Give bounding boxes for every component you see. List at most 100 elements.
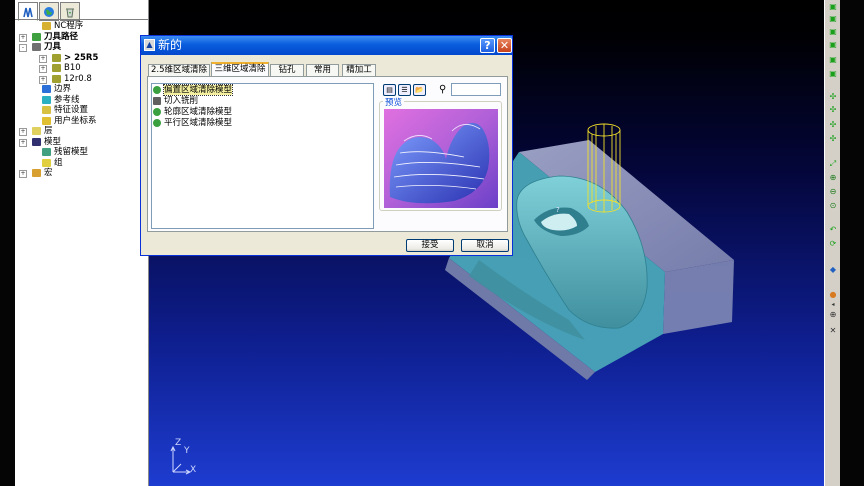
tree-node-label: 用户坐标系 (54, 115, 97, 126)
left-frame (0, 0, 15, 486)
plunge-icon (153, 97, 161, 105)
tree-node-label: 刀具 (44, 42, 62, 52)
iso-view-3-icon: ✣ (829, 120, 837, 129)
tree-node-label: 刀具路径 (44, 31, 79, 42)
search-icon: ⚲ (439, 84, 447, 95)
tree-node-label: 12r0.8 (64, 73, 92, 84)
help-button[interactable]: ? (480, 38, 495, 53)
tree-node-label: 层 (44, 126, 53, 136)
tree-node[interactable]: 特征设置 (17, 105, 148, 116)
tab-3d-area-clearance[interactable]: 三维区域清除 (211, 62, 269, 76)
preview-group: 预览 (379, 98, 502, 211)
iso-view-4-button[interactable]: ✣ (828, 135, 838, 143)
search-input[interactable] (451, 83, 501, 96)
zoom-out-icon: ⊖ (829, 187, 837, 196)
iso-view-2-button[interactable]: ✣ (828, 106, 838, 114)
workplane-icon (42, 116, 51, 125)
refresh-view-button[interactable]: ⟳ (828, 240, 838, 248)
expand-toggle-icon[interactable]: + (39, 54, 47, 63)
refresh-icon: ⟳ (829, 239, 837, 248)
tree-node[interactable]: + 层 (17, 126, 148, 137)
expand-toggle-icon[interactable]: + (19, 170, 27, 178)
zoom-out-button[interactable]: ⊖ (828, 188, 838, 196)
globe-icon (44, 6, 54, 17)
tree-node[interactable]: + > 25R5 (17, 53, 148, 64)
tree-node[interactable]: 残留模型 (17, 147, 148, 158)
tab-finishing[interactable]: 精加工 (342, 64, 376, 76)
expand-arrow-button[interactable]: ◂ (828, 301, 838, 309)
cancel-button[interactable]: 取消 (461, 239, 509, 252)
tree-node[interactable]: 边界 (17, 84, 148, 95)
view-left-button[interactable]: ▣ (828, 28, 838, 36)
tree-node-label: B10 (64, 63, 81, 73)
app-icon: ▲ (144, 39, 155, 51)
previous-view-button[interactable]: ↶ (828, 226, 838, 234)
feature-set-icon (42, 106, 51, 114)
shaded-view-button[interactable]: ◆ (828, 266, 838, 274)
view-right-button[interactable]: ▣ (828, 41, 838, 49)
iso-view-1-button[interactable]: ✣ (828, 93, 838, 101)
tree-node[interactable]: - 刀具 (17, 42, 148, 53)
list-view-button[interactable]: ☰ (398, 84, 411, 96)
preview-label: 预览 (383, 98, 405, 108)
tree-node-label: 边界 (54, 84, 72, 94)
tab-drilling[interactable]: 钻孔 (270, 64, 304, 76)
strategy-list[interactable]: 偏置区域清除模型 切入铣削 轮廓区域清除模型 平行区域清除模型 (151, 83, 374, 229)
expand-toggle-icon[interactable]: + (19, 138, 27, 147)
zoom-extents-button[interactable]: ⤢ (828, 160, 838, 168)
tool-icon (32, 43, 41, 51)
expand-toggle-icon[interactable]: + (39, 65, 47, 73)
collapse-toggle-icon[interactable]: - (19, 44, 27, 52)
zoom-in-button[interactable]: ⊕ (828, 174, 838, 182)
strategy-list-item-label: 轮廓区域清除模型 (164, 107, 233, 117)
tree-node-label: 宏 (44, 168, 53, 178)
sphere-icon: ● (829, 290, 837, 299)
strategy-icon (153, 108, 161, 116)
dialog-titlebar[interactable]: ▲ 新的 ? ✕ (141, 36, 512, 55)
iso-view-1-icon: ✣ (829, 92, 837, 101)
tool-item-icon (52, 64, 61, 72)
list-view-icon: ☰ (401, 86, 408, 94)
large-icons-button[interactable]: ▤ (383, 84, 396, 96)
expand-toggle-icon[interactable]: + (39, 75, 47, 84)
zoom-box-button[interactable]: ⊙ (828, 202, 838, 210)
tree-node[interactable]: 组 (17, 158, 148, 169)
close-toolbar-button[interactable]: ✕ (828, 327, 838, 335)
tree-node[interactable]: + B10 (17, 63, 148, 74)
undo-view-icon: ↶ (829, 225, 837, 234)
view-top-button[interactable]: ▣ (828, 3, 838, 11)
tree-node[interactable]: + 刀具路径 (17, 32, 148, 43)
expand-toggle-icon[interactable]: + (19, 33, 27, 42)
accept-button[interactable]: 接受 (406, 239, 454, 252)
toolpath-icon (32, 32, 41, 41)
tab-2-5d-area-clearance[interactable]: 2.5维区域清除 (148, 64, 210, 76)
view-front-button[interactable]: ▣ (828, 56, 838, 64)
view-bottom-button[interactable]: ▣ (828, 15, 838, 23)
material-button[interactable]: ● (828, 291, 838, 299)
pattern-icon (42, 95, 51, 104)
tree-node[interactable]: + 宏 (17, 168, 148, 179)
expand-toggle-icon[interactable]: + (19, 128, 27, 136)
tab-common[interactable]: 常用 (306, 64, 339, 76)
close-button[interactable]: ✕ (497, 38, 512, 53)
zoom-in-icon: ⊕ (829, 173, 837, 182)
cube-icon: ◆ (829, 265, 837, 274)
tree-node[interactable]: 用户坐标系 (17, 116, 148, 127)
tree-node-label: 残留模型 (54, 147, 89, 157)
strategy-icon (153, 119, 161, 127)
open-folder-button[interactable]: 📂 (413, 84, 426, 96)
close-icon: ✕ (829, 326, 837, 335)
svg-text:?: ? (556, 206, 560, 214)
tree-node[interactable]: + 模型 (17, 137, 148, 148)
tree-node[interactable]: +12r0.8 (17, 74, 148, 85)
tree-node[interactable]: 参考线 (17, 95, 148, 106)
view-back-button[interactable]: ▣ (828, 70, 838, 78)
globe-view-button[interactable]: ⊕ (828, 311, 838, 319)
axis-triad (170, 445, 192, 475)
zoom-extents-icon: ⤢ (829, 159, 837, 168)
tree-node[interactable]: NC程序 (17, 21, 148, 32)
tree-node-label: 模型 (44, 136, 62, 147)
axis-label-z: Z (175, 438, 182, 448)
view-right-icon: ▣ (829, 40, 837, 49)
iso-view-3-button[interactable]: ✣ (828, 121, 838, 129)
